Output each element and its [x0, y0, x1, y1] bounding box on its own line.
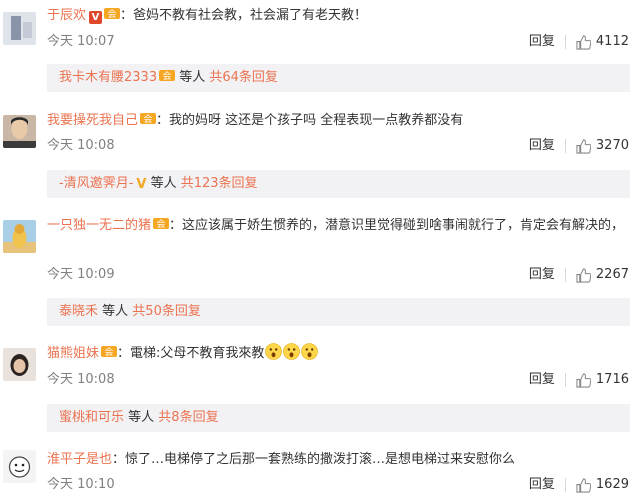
svg-text:会: 会: [108, 8, 117, 20]
divider: [564, 139, 566, 153]
member-icon: 会: [140, 112, 157, 125]
svg-text:会: 会: [105, 346, 114, 358]
like-count: 4112: [595, 34, 629, 49]
like-button[interactable]: 2267: [576, 265, 629, 285]
reply-suffix: 等人: [98, 304, 129, 319]
avatar[interactable]: [3, 450, 36, 483]
divider: [564, 373, 566, 387]
avatar[interactable]: [3, 220, 36, 253]
reply-count-link[interactable]: 共50条回复: [132, 304, 201, 319]
shocked-emoji-icon: [283, 343, 301, 360]
svg-text:会: 会: [157, 218, 166, 230]
like-button[interactable]: 1629: [576, 475, 629, 495]
comment-actions: 回复 2267: [529, 265, 629, 285]
comment-actions: 回复 3270: [529, 136, 629, 156]
reply-button[interactable]: 回复: [529, 265, 555, 285]
verified-badge-icon: V: [89, 11, 103, 24]
like-count: 2267: [595, 267, 629, 282]
like-count: 1629: [595, 477, 629, 492]
reply-button[interactable]: 回复: [529, 370, 555, 390]
thumbs-up-icon: [576, 372, 591, 388]
comment-meta: 今天 10:09 回复 2267: [47, 265, 629, 285]
username-link[interactable]: 一只独一无二的猪: [47, 218, 151, 233]
timestamp: 今天 10:08: [47, 372, 115, 387]
comment-body: 我的妈呀 这还是个孩子吗 全程表现一点教养都没有: [169, 113, 464, 128]
comment-body: 这应该属于娇生惯养的，潜意识里觉得碰到啥事闹就行了，肯定会有解决的，: [182, 218, 625, 233]
reply-button[interactable]: 回复: [529, 32, 555, 52]
reply-count-link[interactable]: 共123条回复: [181, 176, 258, 191]
reply-summary[interactable]: 蜜桃和可乐 等人 共8条回复: [47, 404, 630, 432]
avatar[interactable]: [3, 12, 36, 45]
divider: [564, 268, 566, 282]
shocked-emoji-icon: [301, 343, 319, 360]
comment-body: 惊了…电梯停了之后那一套熟练的撒泼打滚…是想电梯过来安慰你么: [125, 452, 516, 467]
thumbs-up-icon: [576, 267, 591, 283]
svg-text:会: 会: [163, 70, 172, 82]
comment-body: 爸妈不教有社会教，社会漏了有老天教！: [133, 8, 368, 23]
avatar[interactable]: [3, 115, 36, 148]
verified-badge-icon: V: [136, 177, 147, 192]
comment-meta: 今天 10:08 回复 1716: [47, 370, 629, 390]
username-link[interactable]: 猫熊姐妹: [47, 346, 99, 361]
thumbs-up-icon: [576, 34, 591, 50]
timestamp: 今天 10:10: [47, 477, 115, 492]
like-button[interactable]: 4112: [576, 32, 629, 52]
shocked-emoji-icon: [265, 343, 283, 360]
separator: ：: [156, 113, 170, 128]
member-icon: 会: [153, 217, 170, 230]
reply-suffix: 等人: [146, 176, 177, 191]
reply-count-link[interactable]: 共8条回复: [158, 410, 218, 425]
timestamp: 今天 10:07: [47, 34, 115, 49]
reply-suffix: 等人: [124, 410, 155, 425]
comment-body: 電梯:父母不教育我來教: [130, 346, 265, 361]
reply-summary[interactable]: 我卡木有腰2333 会 等人 共64条回复: [47, 64, 630, 92]
member-icon: 会: [104, 7, 121, 20]
comment-actions: 回复 1629: [529, 475, 629, 495]
reply-button[interactable]: 回复: [529, 136, 555, 156]
separator: ：: [112, 452, 126, 467]
separator: ：: [117, 346, 131, 361]
reply-summary[interactable]: -清风邀霁月- V 等人 共123条回复: [47, 170, 630, 198]
divider: [564, 478, 566, 492]
reply-button[interactable]: 回复: [529, 475, 555, 495]
comment-meta: 今天 10:10 回复 1629: [47, 475, 629, 495]
comment-text: 一只独一无二的猪会：这应该属于娇生惯养的，潜意识里觉得碰到啥事闹就行了，肯定会有…: [47, 213, 629, 239]
separator: ：: [169, 218, 183, 233]
username-link[interactable]: 我要操死我自己: [47, 113, 138, 128]
divider: [564, 35, 566, 49]
thumbs-up-icon: [576, 138, 591, 154]
comment-text: 我要操死我自己会：我的妈呀 这还是个孩子吗 全程表现一点教养都没有: [47, 108, 629, 134]
like-count: 1716: [595, 372, 629, 387]
svg-text:会: 会: [144, 113, 153, 125]
like-button[interactable]: 1716: [576, 370, 629, 390]
reply-suffix: 等人: [175, 70, 206, 85]
reply-user-link[interactable]: -清风邀霁月-: [59, 176, 133, 191]
reply-count-link[interactable]: 共64条回复: [209, 70, 278, 85]
username-link[interactable]: 于辰欢: [47, 8, 86, 23]
like-count: 3270: [595, 138, 629, 153]
like-button[interactable]: 3270: [576, 136, 629, 156]
timestamp: 今天 10:09: [47, 267, 115, 282]
member-icon: 会: [101, 345, 118, 358]
comment-text: 淮平子是也：惊了…电梯停了之后那一套熟练的撒泼打滚…是想电梯过来安慰你么: [47, 447, 629, 473]
timestamp: 今天 10:08: [47, 138, 115, 153]
comment-text: 猫熊姐妹会：電梯:父母不教育我來教: [47, 341, 629, 367]
member-icon: 会: [159, 69, 176, 82]
comment-actions: 回复 1716: [529, 370, 629, 390]
reply-user-link[interactable]: 泰晓禾: [59, 304, 98, 319]
separator: ：: [120, 8, 134, 23]
avatar[interactable]: [3, 348, 36, 381]
comment-text: 于辰欢 V 会：爸妈不教有社会教，社会漏了有老天教！: [47, 3, 629, 29]
reply-user-link[interactable]: 蜜桃和可乐: [59, 410, 124, 425]
thumbs-up-icon: [576, 477, 591, 493]
comment-meta: 今天 10:07 回复 4112: [47, 32, 629, 52]
reply-user-link[interactable]: 我卡木有腰2333: [59, 70, 157, 85]
reply-summary[interactable]: 泰晓禾 等人 共50条回复: [47, 298, 630, 326]
comment-meta: 今天 10:08 回复 3270: [47, 136, 629, 156]
username-link[interactable]: 淮平子是也: [47, 452, 112, 467]
comment-actions: 回复 4112: [529, 32, 629, 52]
